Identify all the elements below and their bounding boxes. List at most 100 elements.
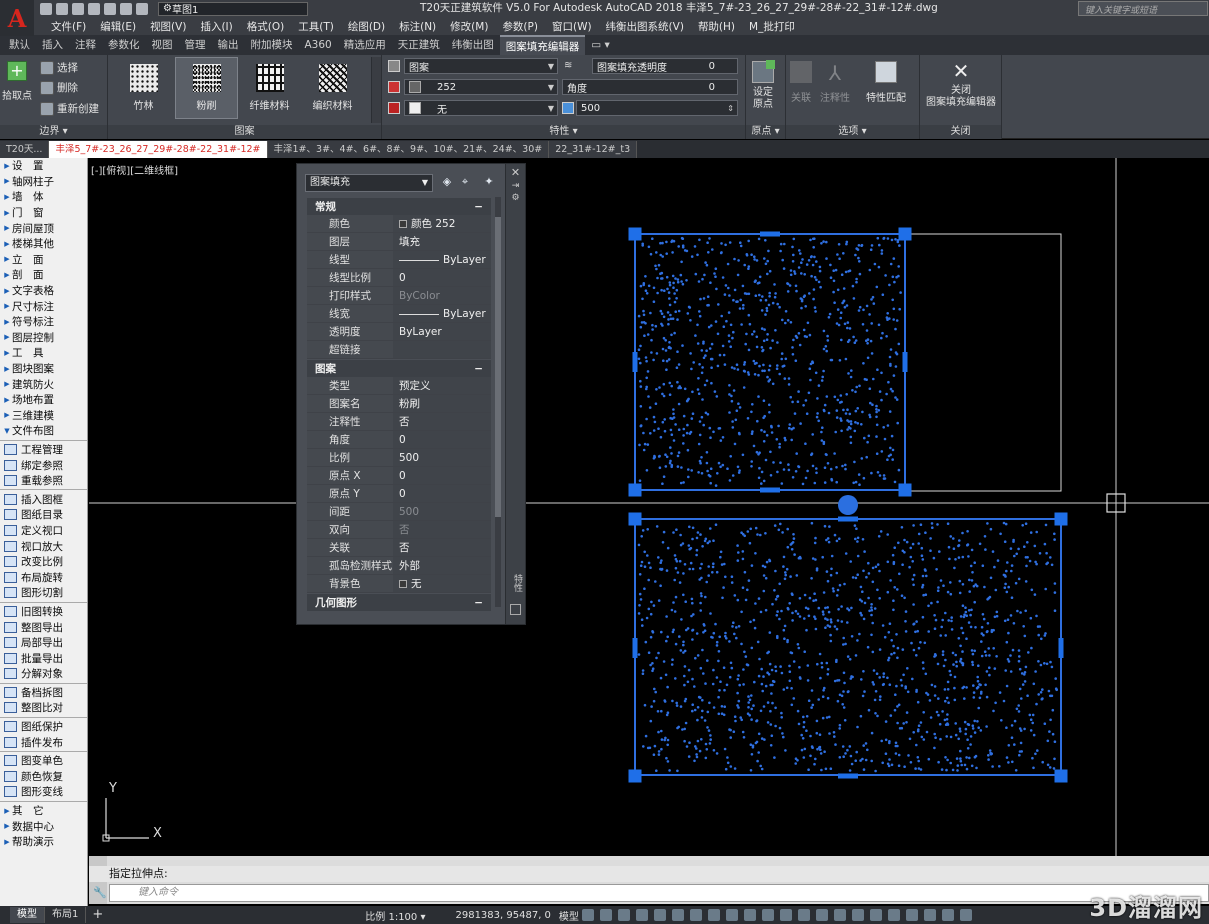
property-value[interactable]: 0	[393, 269, 491, 286]
menu-item-0[interactable]: 文件(F)	[44, 19, 93, 34]
property-value[interactable]: 否	[393, 521, 491, 538]
screen-menu-item-31[interactable]: 批量导出	[0, 650, 87, 666]
property-value[interactable]: 0	[393, 467, 491, 484]
options-panel-title[interactable]: 选项 ▾	[786, 125, 919, 139]
annotation-visibility-icon[interactable]	[923, 909, 936, 921]
screen-menu-item-8[interactable]: ▶ 文字表格	[0, 283, 87, 299]
screen-menu-item-35[interactable]: 图纸保护	[0, 719, 87, 735]
section-header-2[interactable]: 几何图形 −	[307, 594, 491, 611]
snap-icon[interactable]	[599, 909, 612, 921]
auto-hide-icon[interactable]: ⇥	[506, 181, 525, 191]
tab-layout1[interactable]: 布局1	[45, 907, 87, 923]
print-icon[interactable]	[104, 2, 116, 15]
screen-menu-item-32[interactable]: 分解对象	[0, 666, 87, 682]
corner-grip[interactable]	[1054, 769, 1068, 783]
section-header-1[interactable]: 图案 −	[307, 360, 491, 377]
ribbon-tab-4[interactable]: 视图	[146, 35, 179, 55]
property-row[interactable]: 背景色 无	[307, 575, 491, 593]
screen-menu-item-10[interactable]: ▶ 符号标注	[0, 314, 87, 330]
isolate-icon[interactable]	[851, 909, 864, 921]
screen-menu-item-41[interactable]: ▶ 数据中心	[0, 818, 87, 834]
pattern-swatch-0[interactable]: 竹林	[112, 57, 175, 119]
screen-menu-item-17[interactable]: ▼ 文件布图	[0, 423, 87, 439]
close-icon[interactable]: ✕	[506, 166, 525, 179]
corner-grip[interactable]	[898, 483, 912, 497]
ribbon-tab-8[interactable]: A360	[299, 35, 338, 55]
screen-menu-item-40[interactable]: ▶ 其 它	[0, 803, 87, 819]
screen-menu-item-14[interactable]: ▶ 建筑防火	[0, 376, 87, 392]
angle-field[interactable]: 角度 0	[562, 79, 738, 95]
annotation-scale[interactable]: 比例 1:100 ▾	[365, 908, 425, 923]
quick-props-icon[interactable]	[833, 909, 846, 921]
select-objects-icon[interactable]: ⌖	[459, 176, 471, 188]
document-tab-2[interactable]: 丰泽1#、3#、4#、6#、8#、9#、10#、21#、24#、30#	[267, 141, 550, 158]
screen-menu-item-33[interactable]: 备档拆图	[0, 685, 87, 701]
menu-item-6[interactable]: 绘图(D)	[341, 19, 392, 34]
screen-menu-item-24[interactable]: 视口放大	[0, 538, 87, 554]
property-row[interactable]: 双向否	[307, 521, 491, 539]
properties-panel-title[interactable]: 特性 ▾	[382, 125, 745, 139]
property-row[interactable]: 孤岛检测样式 外部	[307, 557, 491, 575]
screen-menu-item-4[interactable]: ▶ 房间屋顶	[0, 220, 87, 236]
ribbon-display-options-icon[interactable]: ▭ ▾	[585, 35, 616, 55]
ribbon-tab-2[interactable]: 注释	[69, 35, 102, 55]
ribbon-tab-5[interactable]: 管理	[179, 35, 212, 55]
property-row[interactable]: 超链接	[307, 341, 491, 359]
property-value[interactable]: 外部	[393, 557, 491, 574]
screen-menu-item-15[interactable]: ▶ 场地布置	[0, 392, 87, 408]
auto-scale-icon[interactable]	[941, 909, 954, 921]
edge-grip[interactable]	[1058, 638, 1064, 658]
property-row[interactable]: 线宽 ByLayer	[307, 305, 491, 323]
screen-menu-item-2[interactable]: ▶ 墙 体	[0, 189, 87, 205]
ribbon-tab-11[interactable]: 纬衡出图	[446, 35, 500, 55]
pattern-swatch-1[interactable]: 粉刷	[175, 57, 238, 119]
otrack-icon[interactable]	[725, 909, 738, 921]
drawing-canvas[interactable]: [-][俯视][二维线框] Y X	[89, 158, 1209, 856]
menu-item-1[interactable]: 编辑(E)	[93, 19, 143, 34]
pattern-swatch-3[interactable]: 编织材料	[301, 57, 364, 119]
property-row[interactable]: 图案名 粉刷	[307, 395, 491, 413]
property-row[interactable]: 线型 ByLayer	[307, 251, 491, 269]
screen-menu-item-34[interactable]: 整图比对	[0, 700, 87, 716]
property-value[interactable]: 填充	[393, 233, 491, 250]
lineweight-icon[interactable]	[743, 909, 756, 921]
property-row[interactable]: 间距 500	[307, 503, 491, 521]
property-row[interactable]: 线型比例 0	[307, 269, 491, 287]
ribbon-tab-6[interactable]: 输出	[212, 35, 245, 55]
property-row[interactable]: 颜色 颜色 252	[307, 215, 491, 233]
property-value[interactable]: 500	[393, 503, 491, 520]
edge-grip[interactable]	[760, 487, 780, 493]
ribbon-tab-1[interactable]: 插入	[36, 35, 69, 55]
screen-menu-item-12[interactable]: ▶ 工 具	[0, 345, 87, 361]
property-value[interactable]: 预定义	[393, 377, 491, 394]
screen-menu-item-26[interactable]: 布局旋转	[0, 569, 87, 585]
property-value[interactable]: 颜色 252	[393, 215, 491, 232]
screen-menu-item-30[interactable]: 局部导出	[0, 635, 87, 651]
hardware-accel-icon[interactable]	[869, 909, 882, 921]
property-value[interactable]: 无	[393, 575, 491, 592]
match-properties-button[interactable]: 特性匹配	[866, 61, 906, 104]
spinner-icon[interactable]: ⇕	[727, 104, 734, 113]
units-icon[interactable]	[815, 909, 828, 921]
close-hatch-editor-button[interactable]: ✕ 关闭 图案填充编辑器	[922, 61, 1000, 109]
collapse-icon[interactable]: −	[474, 201, 483, 213]
customize-icon[interactable]	[905, 909, 918, 921]
save-as-icon[interactable]	[88, 2, 100, 15]
screen-menu-item-22[interactable]: 图纸目录	[0, 507, 87, 523]
redo-icon[interactable]	[136, 2, 148, 15]
property-row[interactable]: 原点 Y 0	[307, 485, 491, 503]
ribbon-tab-10[interactable]: 天正建筑	[392, 35, 446, 55]
property-value[interactable]: 0	[393, 485, 491, 502]
associative-button[interactable]: 关联	[790, 61, 812, 104]
isodraft-icon[interactable]	[671, 909, 684, 921]
menu-item-9[interactable]: 参数(P)	[495, 19, 545, 34]
screen-menu-item-23[interactable]: 定义视口	[0, 523, 87, 539]
hatch-region-bottom[interactable]	[634, 518, 1062, 776]
screen-menu-item-29[interactable]: 整图导出	[0, 619, 87, 635]
property-value[interactable]: 否	[393, 539, 491, 556]
center-grip[interactable]	[838, 495, 858, 515]
hatch-region-top[interactable]	[634, 233, 906, 491]
pattern-swatch-2[interactable]: 纤维材料	[238, 57, 301, 119]
pattern-gallery-scroll[interactable]	[371, 57, 381, 123]
scrollbar-thumb[interactable]	[495, 217, 501, 517]
